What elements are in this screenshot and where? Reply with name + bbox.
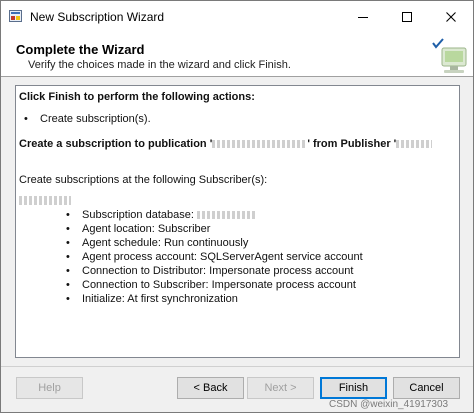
bullet-marker: • — [66, 251, 70, 263]
publication-line: Create a subscription to publication ' ' … — [19, 138, 433, 150]
maximize-icon — [402, 11, 412, 22]
watermark-text: CSDN @weixin_41917303 — [329, 399, 449, 410]
footer-divider — [1, 366, 473, 367]
detail-item: Agent process account: SQLServerAgent se… — [82, 251, 363, 263]
minimize-button[interactable] — [341, 1, 385, 32]
window-title: New Subscription Wizard — [30, 10, 165, 24]
detail-item: Connection to Distributor: Impersonate p… — [82, 265, 354, 277]
detail-item: Connection to Subscriber: Impersonate pr… — [82, 279, 356, 291]
redacted-publication-name — [212, 140, 308, 149]
next-button[interactable]: Next > — [247, 377, 314, 399]
bullet-marker: • — [66, 209, 70, 221]
title-bar: New Subscription Wizard — [1, 1, 473, 32]
bullet-marker: • — [24, 113, 28, 125]
wizard-window: New Subscription Wizard Complete the Wiz… — [0, 0, 474, 413]
close-icon — [446, 11, 456, 22]
detail-item: Initialize: At first synchronization — [82, 293, 238, 305]
publication-mid: ' from Publisher ' — [307, 138, 397, 150]
subscribers-line: Create subscriptions at the following Su… — [19, 174, 268, 186]
wizard-header: Complete the Wizard Verify the choices m… — [1, 32, 473, 77]
help-button[interactable]: Help — [16, 377, 83, 399]
bullet-marker: • — [66, 237, 70, 249]
back-button[interactable]: < Back — [177, 377, 244, 399]
bullet-marker: • — [66, 293, 70, 305]
redacted-subscriber-name — [19, 196, 71, 205]
redacted-publisher-name — [396, 140, 433, 149]
page-subtitle: Verify the choices made in the wizard an… — [28, 59, 291, 71]
database-line: Subscription database: — [82, 209, 257, 221]
bullet-marker: • — [66, 265, 70, 277]
maximize-button[interactable] — [385, 1, 429, 32]
detail-item: Agent schedule: Run continuously — [82, 237, 249, 249]
minimize-icon — [358, 16, 368, 18]
wizard-app-icon — [9, 10, 22, 22]
summary-heading: Click Finish to perform the following ac… — [19, 91, 255, 103]
action-item: Create subscription(s). — [40, 113, 151, 125]
summary-panel[interactable]: Click Finish to perform the following ac… — [15, 85, 460, 358]
database-label: Subscription database: — [82, 209, 197, 221]
check-computer-icon — [432, 38, 467, 73]
finish-button[interactable]: Finish — [320, 377, 387, 399]
close-button[interactable] — [429, 1, 473, 32]
bullet-marker: • — [66, 279, 70, 291]
cancel-button[interactable]: Cancel — [393, 377, 460, 399]
redacted-database-name — [196, 211, 257, 220]
bullet-marker: • — [66, 223, 70, 235]
detail-item: Agent location: Subscriber — [82, 223, 211, 235]
publication-prefix: Create a subscription to publication ' — [19, 138, 213, 150]
page-title: Complete the Wizard — [16, 42, 145, 57]
